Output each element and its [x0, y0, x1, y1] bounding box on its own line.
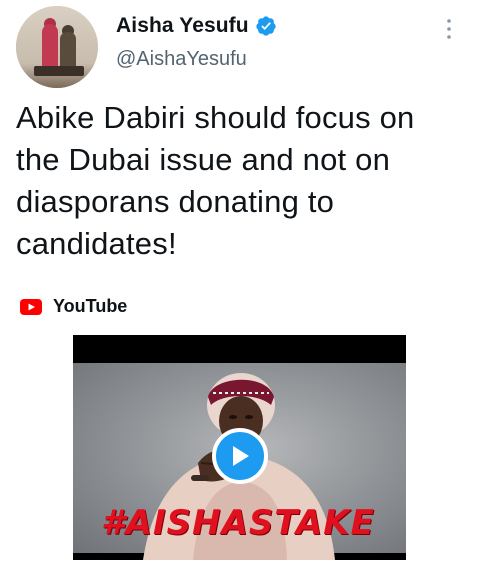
avatar-statue-base	[34, 66, 84, 76]
verified-badge-icon	[256, 16, 276, 36]
youtube-icon	[20, 298, 42, 315]
thumbnail-hashtag-text: #AISHASTAKE	[101, 503, 375, 543]
tweet-text: Abike Dabiri should focus on the Dubai i…	[16, 97, 466, 265]
avatar[interactable]	[16, 6, 98, 88]
author-handle[interactable]: @AishaYesufu	[116, 48, 247, 71]
play-icon	[233, 446, 249, 466]
tweet-text-line: Abike Dabiri should focus on	[16, 100, 415, 135]
card-source[interactable]: YouTube	[20, 296, 127, 317]
video-thumbnail[interactable]: #AISHASTAKE	[73, 335, 406, 560]
more-options-icon[interactable]	[444, 18, 454, 40]
play-button[interactable]	[212, 428, 268, 484]
card-source-label: YouTube	[53, 296, 128, 316]
avatar-figure	[42, 24, 58, 68]
tweet-text-line: the Dubai issue and not on	[16, 142, 391, 177]
tweet-text-line: diasporans donating to	[16, 184, 335, 219]
author-name-row: Aisha Yesufu	[116, 14, 277, 38]
avatar-statue	[60, 32, 76, 70]
tweet-text-line: candidates!	[16, 226, 177, 261]
author-display-name[interactable]: Aisha Yesufu	[116, 14, 249, 38]
